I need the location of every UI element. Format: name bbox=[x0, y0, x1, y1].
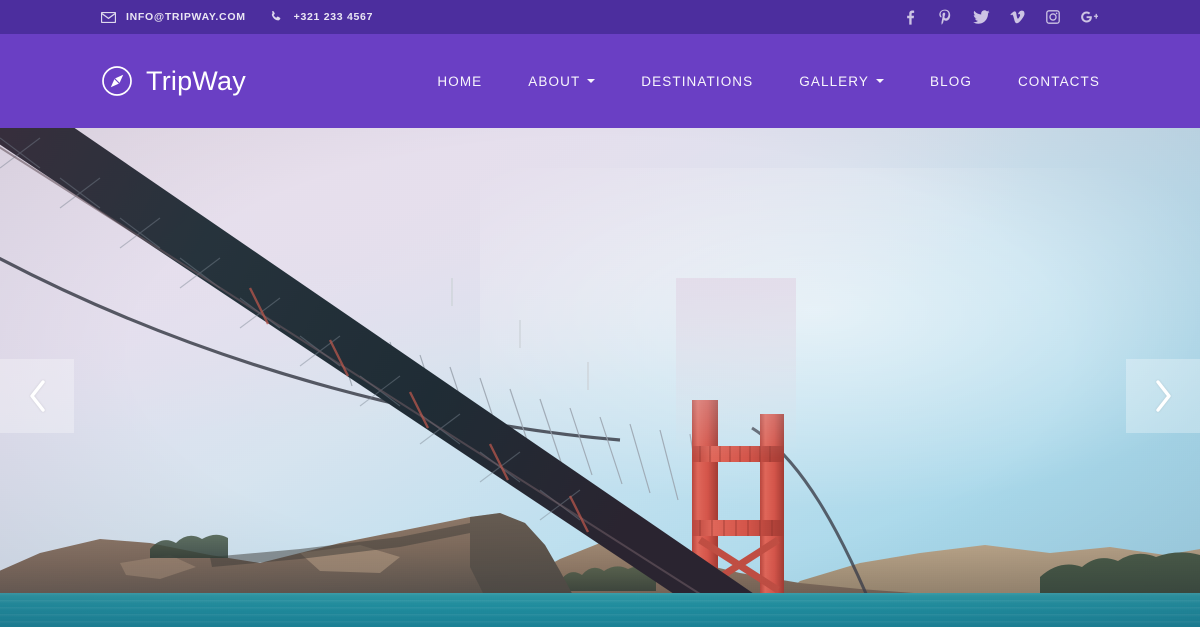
phone-icon bbox=[268, 9, 285, 26]
envelope-icon bbox=[100, 9, 117, 26]
bridge-layer bbox=[0, 128, 882, 627]
nav-label-about: ABOUT bbox=[528, 73, 581, 89]
nav-item-destinations[interactable]: DESTINATIONS bbox=[641, 74, 753, 89]
top-contact-bar: INFO@TRIPWAY.COM +321 233 4567 bbox=[0, 0, 1200, 34]
phone-text: +321 233 4567 bbox=[293, 11, 374, 23]
primary-navigation: HOME ABOUT DESTINATIONS GALLERY BLOG CON… bbox=[437, 74, 1100, 89]
chevron-down-icon bbox=[587, 79, 596, 83]
email-text: INFO@TRIPWAY.COM bbox=[126, 11, 246, 23]
nav-label-home: HOME bbox=[437, 73, 483, 89]
deck-lamp-posts bbox=[451, 278, 589, 390]
slider-prev-button[interactable] bbox=[0, 359, 74, 433]
nav-label-destinations: DESTINATIONS bbox=[641, 73, 754, 89]
nav-item-home[interactable]: HOME bbox=[437, 74, 482, 89]
vimeo-icon[interactable] bbox=[1006, 6, 1028, 28]
phone-contact[interactable]: +321 233 4567 bbox=[268, 9, 373, 26]
nav-item-about[interactable]: ABOUT bbox=[528, 73, 596, 89]
twitter-icon[interactable] bbox=[970, 6, 992, 28]
nav-label-gallery: GALLERY bbox=[799, 73, 870, 89]
slider-next-button[interactable] bbox=[1126, 359, 1200, 433]
instagram-icon[interactable] bbox=[1042, 6, 1064, 28]
facebook-icon[interactable] bbox=[898, 6, 920, 28]
water-shimmer bbox=[0, 593, 1200, 627]
main-navbar: TripWay HOME ABOUT DESTINATIONS GALLERY bbox=[0, 34, 1200, 128]
google-plus-icon[interactable] bbox=[1078, 6, 1100, 28]
top-bar-inner: INFO@TRIPWAY.COM +321 233 4567 bbox=[0, 6, 1200, 28]
nav-label-blog: BLOG bbox=[930, 73, 972, 89]
pinterest-icon[interactable] bbox=[934, 6, 956, 28]
social-links bbox=[884, 6, 1100, 28]
chevron-right-icon bbox=[1152, 379, 1174, 413]
hero-photo-golden-gate-bridge bbox=[0, 128, 1200, 627]
hero-slider bbox=[0, 128, 1200, 627]
compass-icon bbox=[100, 64, 134, 98]
chevron-down-icon bbox=[876, 79, 885, 83]
brand-logo[interactable]: TripWay bbox=[100, 64, 246, 98]
bridge-deck bbox=[0, 128, 760, 598]
nav-item-blog[interactable]: BLOG bbox=[930, 74, 972, 89]
nav-item-contacts[interactable]: CONTACTS bbox=[1018, 74, 1100, 89]
nav-item-gallery[interactable]: GALLERY bbox=[799, 73, 885, 89]
nav-label-contacts: CONTACTS bbox=[1017, 73, 1100, 89]
email-contact[interactable]: INFO@TRIPWAY.COM bbox=[100, 9, 246, 26]
navbar-inner: TripWay HOME ABOUT DESTINATIONS GALLERY bbox=[0, 34, 1200, 128]
brand-name: TripWay bbox=[146, 65, 246, 96]
landing-page: INFO@TRIPWAY.COM +321 233 4567 TripWay H… bbox=[0, 0, 1200, 627]
contact-group: INFO@TRIPWAY.COM +321 233 4567 bbox=[100, 9, 395, 26]
chevron-left-icon bbox=[26, 379, 48, 413]
